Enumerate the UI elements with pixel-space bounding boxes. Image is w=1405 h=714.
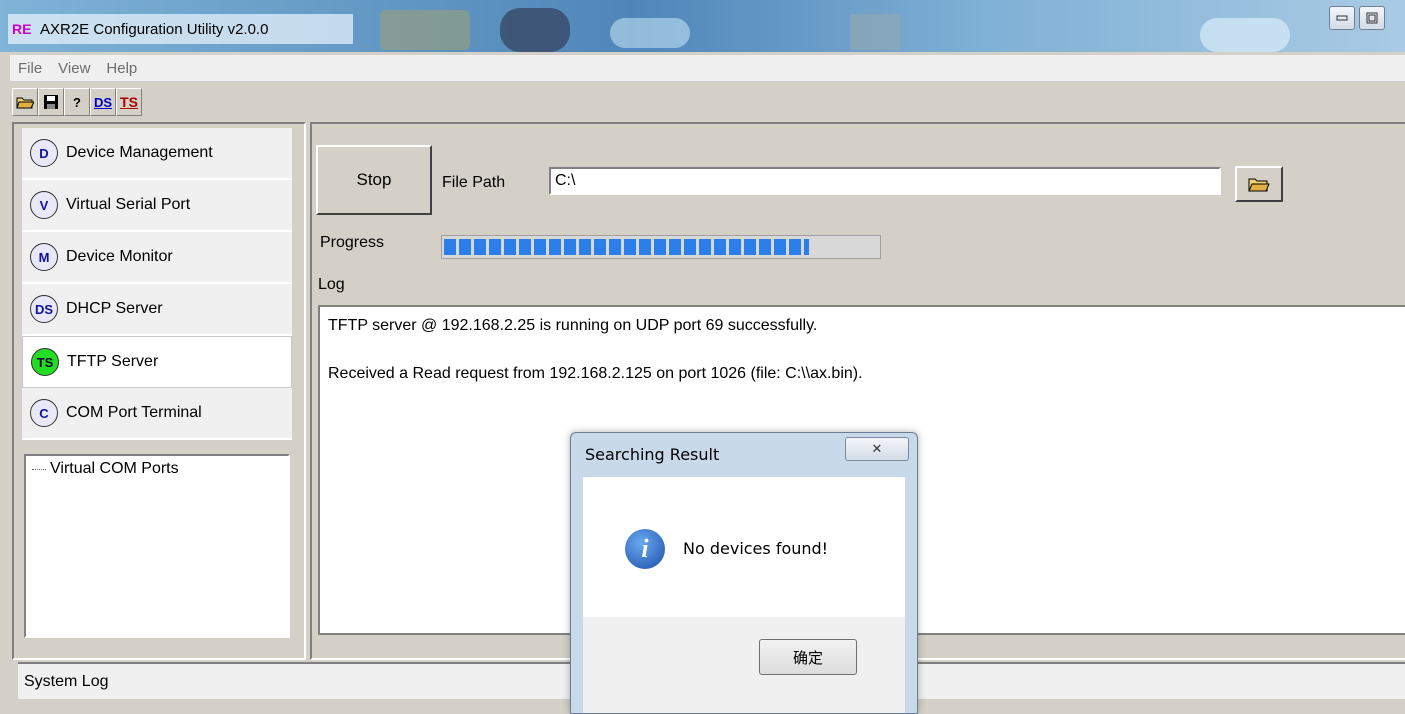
- device-management-icon: D: [30, 139, 58, 167]
- dialog-title: Searching Result: [585, 445, 720, 464]
- dhcp-server-icon: DS: [30, 295, 58, 323]
- menu-bar: File View Help: [10, 55, 1405, 82]
- searching-result-dialog: Searching Result ✕ i No devices found! 确…: [570, 432, 918, 714]
- nav-item-device-monitor[interactable]: M Device Monitor: [22, 232, 292, 284]
- tree-item-virtual-com-ports[interactable]: Virtual COM Ports: [32, 460, 288, 478]
- window-title: AXR2E Configuration Utility v2.0.0: [40, 20, 269, 38]
- dhcp-server-toolbar-button[interactable]: DS: [90, 88, 116, 116]
- save-button[interactable]: [38, 88, 64, 116]
- nav-list: D Device Management V Virtual Serial Por…: [22, 128, 292, 440]
- nav-item-com-port-terminal[interactable]: C COM Port Terminal: [22, 388, 292, 440]
- floppy-disk-icon: [44, 95, 58, 109]
- nav-item-virtual-serial-port[interactable]: V Virtual Serial Port: [22, 180, 292, 232]
- dialog-body: i No devices found!: [583, 477, 905, 617]
- nav-item-label: TFTP Server: [67, 353, 159, 370]
- log-line: TFTP server @ 192.168.2.25 is running on…: [328, 317, 818, 334]
- app-logo-icon: RE: [12, 21, 32, 37]
- nav-item-device-management[interactable]: D Device Management: [22, 128, 292, 180]
- file-path-input[interactable]: [549, 167, 1221, 195]
- wallpaper-decoration: [610, 18, 690, 48]
- close-icon: ✕: [871, 441, 883, 456]
- nav-item-label: DHCP Server: [66, 300, 163, 317]
- maximize-button[interactable]: [1359, 6, 1385, 30]
- minimize-icon: [1336, 15, 1348, 21]
- progress-bar: [441, 235, 881, 259]
- open-folder-icon: [1248, 178, 1270, 192]
- menu-file[interactable]: File: [10, 60, 50, 77]
- question-mark-icon: ?: [73, 94, 81, 110]
- file-path-label: File Path: [442, 174, 506, 191]
- com-port-terminal-icon: C: [30, 399, 58, 427]
- nav-item-label: Device Management: [66, 144, 213, 161]
- tftp-server-icon: TS: [31, 348, 59, 376]
- virtual-com-ports-tree[interactable]: Virtual COM Ports: [24, 454, 290, 638]
- tree-item-label: Virtual COM Ports: [50, 460, 179, 477]
- virtual-serial-port-icon: V: [30, 191, 58, 219]
- nav-item-label: Virtual Serial Port: [66, 196, 191, 213]
- menu-help[interactable]: Help: [98, 60, 145, 77]
- ok-button[interactable]: 确定: [759, 639, 857, 675]
- progress-fill: [444, 239, 809, 255]
- log-label: Log: [318, 276, 345, 293]
- menu-view[interactable]: View: [50, 60, 98, 77]
- tftp-server-toolbar-button[interactable]: TS: [116, 88, 142, 116]
- title-area: RE AXR2E Configuration Utility v2.0.0: [8, 14, 353, 44]
- toolbar: ? DS TS: [12, 88, 142, 116]
- minimize-button[interactable]: [1329, 6, 1355, 30]
- dialog-message: No devices found!: [683, 539, 829, 558]
- info-icon: i: [625, 529, 665, 569]
- log-line: Received a Read request from 192.168.2.1…: [328, 365, 863, 382]
- maximize-icon: [1366, 12, 1378, 24]
- wallpaper-decoration: [380, 10, 470, 50]
- help-button[interactable]: ?: [64, 88, 90, 116]
- nav-item-label: COM Port Terminal: [66, 404, 202, 421]
- device-monitor-icon: M: [30, 243, 58, 271]
- nav-item-label: Device Monitor: [66, 248, 173, 265]
- stop-button[interactable]: Stop: [316, 145, 432, 215]
- browse-folder-button[interactable]: [1235, 166, 1283, 202]
- title-bar: RE AXR2E Configuration Utility v2.0.0: [0, 0, 1405, 52]
- wallpaper-decoration: [1200, 18, 1290, 52]
- left-panel: D Device Management V Virtual Serial Por…: [12, 122, 306, 660]
- tree-connector: [32, 468, 46, 470]
- dialog-close-button[interactable]: ✕: [845, 437, 909, 461]
- wallpaper-decoration: [850, 14, 900, 50]
- wallpaper-decoration: [500, 8, 570, 52]
- window-controls: [1329, 6, 1385, 30]
- open-button[interactable]: [12, 88, 38, 116]
- open-folder-icon: [16, 97, 34, 109]
- nav-item-tftp-server[interactable]: TS TFTP Server: [22, 336, 292, 388]
- progress-label: Progress: [320, 234, 385, 251]
- nav-item-dhcp-server[interactable]: DS DHCP Server: [22, 284, 292, 336]
- system-log-label: System Log: [24, 672, 109, 690]
